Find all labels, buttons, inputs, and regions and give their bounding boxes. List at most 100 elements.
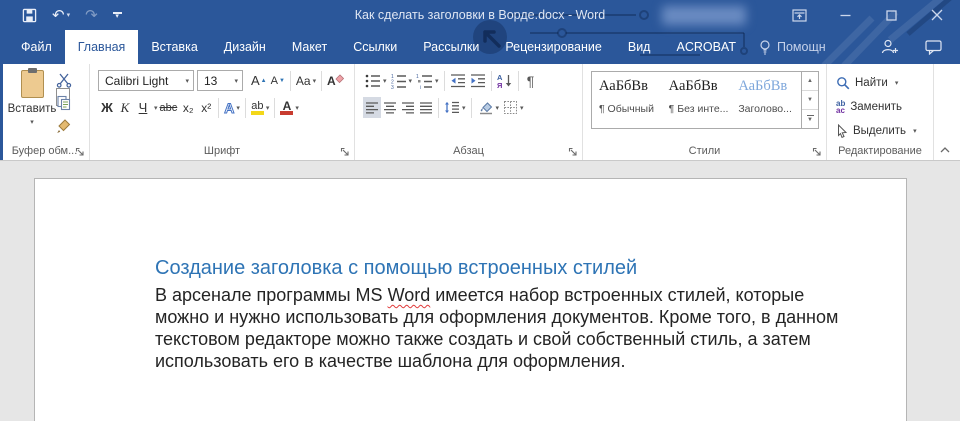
document-page[interactable]: Создание заголовка с помощью встроенных … [34,178,907,421]
increase-indent-button[interactable] [468,70,488,91]
ribbon-display-options-icon [791,8,807,22]
clipboard-dialog-launcher[interactable] [75,147,85,157]
borders-button[interactable]: ▾ [501,97,526,118]
style-preview: АаБбВв [668,78,718,94]
style-name: ¶ Без инте... [668,103,729,115]
numbering-button[interactable]: 123 ▾ [389,70,415,91]
bullets-button[interactable]: ▾ [363,70,389,91]
save-button[interactable] [22,8,37,23]
redo-button[interactable]: ↷ [85,8,98,23]
close-button[interactable] [914,0,960,30]
tab-mailings[interactable]: Рассылки [410,30,492,64]
document-heading[interactable]: Создание заголовка с помощью встроенных … [155,257,637,280]
shading-button[interactable]: ▾ [475,97,502,118]
misspelled-word: Word [387,285,431,305]
svg-text:Я: Я [497,81,502,89]
bold-button[interactable]: Ж [98,97,116,118]
undo-button[interactable]: ↶ ▾ [52,8,70,23]
align-right-icon [402,101,414,114]
subscript-button[interactable]: x₂ [179,97,197,118]
align-right-button[interactable] [399,97,417,118]
style-name: Заголово... [738,103,792,115]
styles-scroll-down-button[interactable]: ▼ [802,91,818,110]
body-line-3: текстовом редакторе можно также создать … [155,329,811,349]
replace-button[interactable]: ab ac Заменить [836,95,933,119]
styles-group: АаБбВв ¶ Обычный АаБбВв ¶ Без инте... Аа… [583,64,827,160]
strikethrough-button[interactable]: abc [158,97,180,118]
shrink-font-button[interactable]: А ▼ [269,70,287,91]
multilevel-list-button[interactable]: 1 i ▾ [414,70,441,91]
maximize-button[interactable] [868,0,914,30]
align-left-button[interactable] [363,97,381,118]
find-button[interactable]: Найти ▾ [836,71,933,95]
justify-button[interactable] [417,97,435,118]
text-effects-button[interactable]: А ▾ [222,97,242,118]
font-color-button[interactable]: А ▾ [278,97,301,118]
line-spacing-button[interactable]: ▾ [442,97,468,118]
copy-button[interactable] [56,95,72,111]
tab-design[interactable]: Дизайн [211,30,279,64]
undo-dropdown-arrow[interactable]: ▾ [67,12,71,19]
styles-gallery-scroll: ▲ ▼ ▼ [801,72,818,128]
format-painter-button[interactable] [56,118,72,134]
comments-icon[interactable] [925,39,942,55]
font-group-label: Шрифт [203,144,241,157]
paragraph-group-label: Абзац [453,144,484,157]
replace-icon: ab ac [836,99,846,115]
close-icon [931,9,943,21]
underline-button[interactable]: Ч [134,97,152,118]
style-item-heading1[interactable]: АаБбВв Заголово... [731,72,801,128]
quick-access-toolbar: ↶ ▾ ↷ ▾ [22,8,122,23]
replace-label: Заменить [850,101,903,113]
tab-acrobat[interactable]: ACROBAT [663,30,749,64]
copy-icon [57,95,71,111]
ribbon-tab-row: Файл Главная Вставка Дизайн Макет Ссылки… [0,30,960,64]
styles-scroll-up-button[interactable]: ▲ [802,72,818,91]
styles-more-icon [806,115,814,116]
tell-me-box[interactable]: Помощн [749,30,836,64]
cut-button[interactable] [56,72,72,88]
font-size-combo[interactable]: 13 ▾ [197,70,243,91]
show-hide-marks-button[interactable]: ¶ [522,70,540,91]
change-case-button[interactable]: Aa ▾ [294,70,318,91]
superscript-button[interactable]: x² [197,97,215,118]
share-person-icon[interactable] [880,39,899,55]
tab-review[interactable]: Рецензирование [492,30,615,64]
decrease-indent-button[interactable] [448,70,468,91]
minimize-button[interactable] [822,0,868,30]
tab-file[interactable]: Файл [8,30,65,64]
titlebar: ↶ ▾ ↷ ▾ Как сделать заголовки в Ворде.do… [0,0,960,30]
styles-dialog-launcher[interactable] [812,147,822,157]
select-button[interactable]: Выделить ▾ [836,119,933,143]
font-dialog-launcher[interactable] [340,147,350,157]
tabrow-right-icons [880,30,960,64]
font-name-combo[interactable]: Calibri Light ▾ [98,70,194,91]
tab-layout[interactable]: Макет [279,30,340,64]
customize-qat-button[interactable]: ▾ [112,11,122,20]
style-item-no-spacing[interactable]: АаБбВв ¶ Без инте... [662,72,732,128]
format-painter-icon [57,119,71,133]
ribbon-display-options-button[interactable] [776,0,822,30]
redacted-account-name [662,6,746,25]
tab-view[interactable]: Вид [615,30,664,64]
styles-more-button[interactable]: ▼ [802,110,818,128]
style-item-normal[interactable]: АаБбВв ¶ Обычный [592,72,662,128]
tab-insert[interactable]: Вставка [138,30,210,64]
clear-formatting-button[interactable]: А [325,70,346,91]
highlight-button[interactable]: ab ▾ [249,97,272,118]
paragraph-row-1: ▾ 123 ▾ 1 i ▾ А Я ¶ [363,70,578,91]
tab-references[interactable]: Ссылки [340,30,410,64]
grow-font-button[interactable]: А ▲ [249,70,269,91]
window-chrome: ↶ ▾ ↷ ▾ Как сделать заголовки в Ворде.do… [0,0,960,64]
italic-button[interactable]: К [116,97,134,118]
tab-home[interactable]: Главная [64,30,139,64]
align-center-button[interactable] [381,97,399,118]
clear-formatting-icon: А [327,74,345,88]
paragraph-dialog-launcher[interactable] [568,147,578,157]
svg-text:1: 1 [416,74,419,80]
font-row-1: Calibri Light ▾ 13 ▾ А ▲ А ▼ Aa ▾ А [98,70,350,91]
paste-button[interactable]: Вставить ▾ [8,68,70,142]
sort-button[interactable]: А Я [495,70,515,91]
collapse-ribbon-button[interactable] [939,145,951,154]
document-body[interactable]: В арсенале программы MS Word имеется наб… [155,285,838,373]
